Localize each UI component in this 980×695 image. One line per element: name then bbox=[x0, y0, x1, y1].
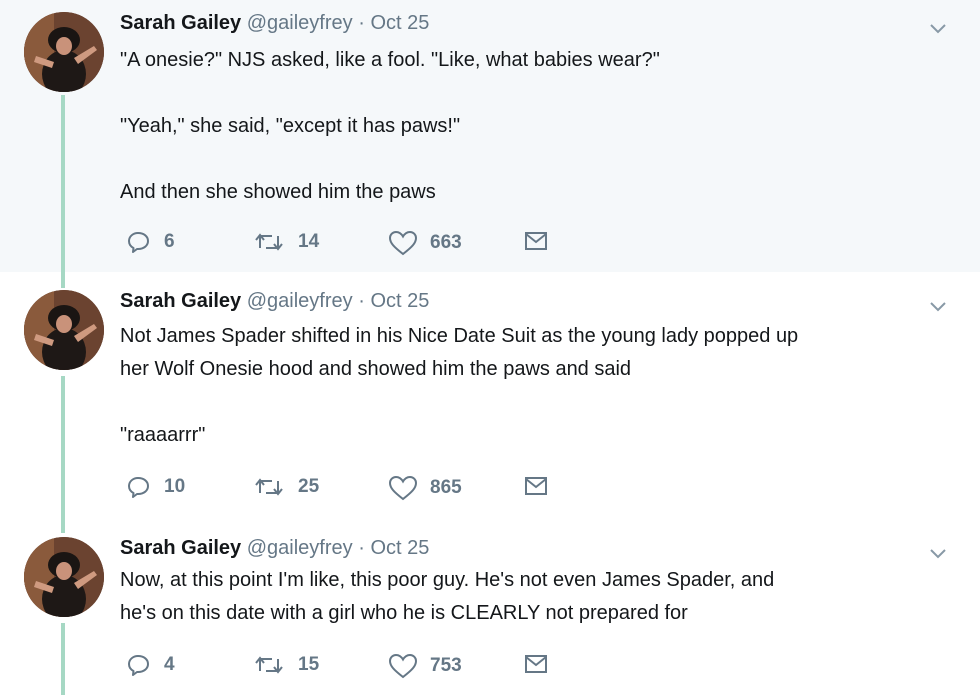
tweet-actions: 4 15 753 bbox=[120, 653, 560, 683]
thread-line bbox=[61, 623, 65, 695]
like-count: 865 bbox=[430, 477, 462, 498]
reply-button[interactable]: 4 bbox=[126, 653, 175, 677]
thread-line bbox=[61, 517, 65, 533]
tweet-line: Not James Spader shifted in his Nice Dat… bbox=[120, 325, 799, 347]
tweet-header: Sarah Gailey @gaileyfrey · Oct 25 bbox=[120, 290, 429, 313]
message-button[interactable] bbox=[524, 653, 548, 675]
chevron-down-icon[interactable] bbox=[928, 547, 948, 561]
chevron-down-icon[interactable] bbox=[928, 22, 948, 36]
like-button[interactable]: 753 bbox=[388, 653, 462, 679]
envelope-icon bbox=[525, 655, 547, 673]
tweet-line: "Yeah," she said, "except it has paws!" bbox=[120, 115, 461, 137]
tweet-date[interactable]: Oct 25 bbox=[370, 537, 429, 559]
heart-icon bbox=[388, 653, 418, 679]
envelope-icon bbox=[525, 232, 547, 250]
tweet-date[interactable]: Oct 25 bbox=[370, 290, 429, 312]
retweet-count: 15 bbox=[298, 654, 320, 675]
retweet-button[interactable]: 14 bbox=[252, 230, 319, 254]
avatar[interactable] bbox=[24, 290, 104, 370]
tweet-line: And then she showed him the paws bbox=[120, 181, 436, 203]
like-count: 663 bbox=[430, 232, 462, 253]
like-button[interactable]: 663 bbox=[388, 230, 462, 256]
retweet-count: 25 bbox=[298, 476, 320, 497]
separator: · bbox=[358, 537, 365, 559]
reply-button[interactable]: 6 bbox=[126, 230, 175, 254]
reply-button[interactable]: 10 bbox=[126, 475, 185, 499]
message-button[interactable] bbox=[524, 230, 548, 252]
thread-line bbox=[61, 272, 65, 288]
reply-icon bbox=[128, 232, 149, 253]
tweet-text: Now, at this point I'm like, this poor g… bbox=[120, 564, 920, 630]
author-handle[interactable]: @gaileyfrey bbox=[247, 537, 353, 559]
thread-line bbox=[61, 376, 65, 517]
thread-line bbox=[61, 95, 65, 272]
retweet-count: 14 bbox=[298, 231, 320, 252]
tweet-2[interactable]: Sarah Gailey @gaileyfrey · Oct 25 Not Ja… bbox=[0, 272, 980, 517]
reply-count: 6 bbox=[164, 231, 175, 252]
tweet-1[interactable]: Sarah Gailey @gaileyfrey · Oct 25 "A one… bbox=[0, 0, 980, 272]
tweet-text: "A onesie?" NJS asked, like a fool. "Lik… bbox=[120, 44, 920, 209]
separator: · bbox=[358, 290, 365, 312]
tweet-3[interactable]: Sarah Gailey @gaileyfrey · Oct 25 Now, a… bbox=[0, 517, 980, 695]
tweet-actions: 6 14 663 bbox=[120, 230, 560, 260]
author-name[interactable]: Sarah Gailey bbox=[120, 290, 241, 312]
tweet-header: Sarah Gailey @gaileyfrey · Oct 25 bbox=[120, 12, 429, 35]
like-button[interactable]: 865 bbox=[388, 475, 462, 501]
heart-icon bbox=[388, 475, 418, 501]
retweet-button[interactable]: 25 bbox=[252, 475, 319, 499]
tweet-header: Sarah Gailey @gaileyfrey · Oct 25 bbox=[120, 537, 429, 560]
retweet-icon bbox=[255, 478, 283, 496]
tweet-line: "raaaarrr" bbox=[120, 424, 206, 446]
retweet-icon bbox=[255, 233, 283, 251]
tweet-line: he's on this date with a girl who he is … bbox=[120, 602, 688, 624]
retweet-icon bbox=[255, 656, 283, 674]
envelope-icon bbox=[525, 477, 547, 495]
avatar[interactable] bbox=[24, 537, 104, 617]
separator: · bbox=[358, 12, 365, 34]
avatar[interactable] bbox=[24, 12, 104, 92]
tweet-line: "A onesie?" NJS asked, like a fool. "Lik… bbox=[120, 49, 660, 71]
retweet-button[interactable]: 15 bbox=[252, 653, 319, 677]
author-handle[interactable]: @gaileyfrey bbox=[247, 12, 353, 34]
reply-count: 10 bbox=[164, 476, 186, 497]
heart-icon bbox=[388, 230, 418, 256]
reply-icon bbox=[128, 655, 149, 676]
tweet-date[interactable]: Oct 25 bbox=[370, 12, 429, 34]
author-handle[interactable]: @gaileyfrey bbox=[247, 290, 353, 312]
chevron-down-icon[interactable] bbox=[928, 300, 948, 314]
tweet-line: her Wolf Onesie hood and showed him the … bbox=[120, 358, 632, 380]
author-name[interactable]: Sarah Gailey bbox=[120, 537, 241, 559]
author-name[interactable]: Sarah Gailey bbox=[120, 12, 241, 34]
message-button[interactable] bbox=[524, 475, 548, 497]
reply-icon bbox=[128, 477, 149, 498]
tweet-line: Now, at this point I'm like, this poor g… bbox=[120, 569, 775, 591]
tweet-actions: 10 25 865 bbox=[120, 475, 560, 505]
tweet-text: Not James Spader shifted in his Nice Dat… bbox=[120, 320, 920, 452]
reply-count: 4 bbox=[164, 654, 175, 675]
like-count: 753 bbox=[430, 655, 462, 676]
